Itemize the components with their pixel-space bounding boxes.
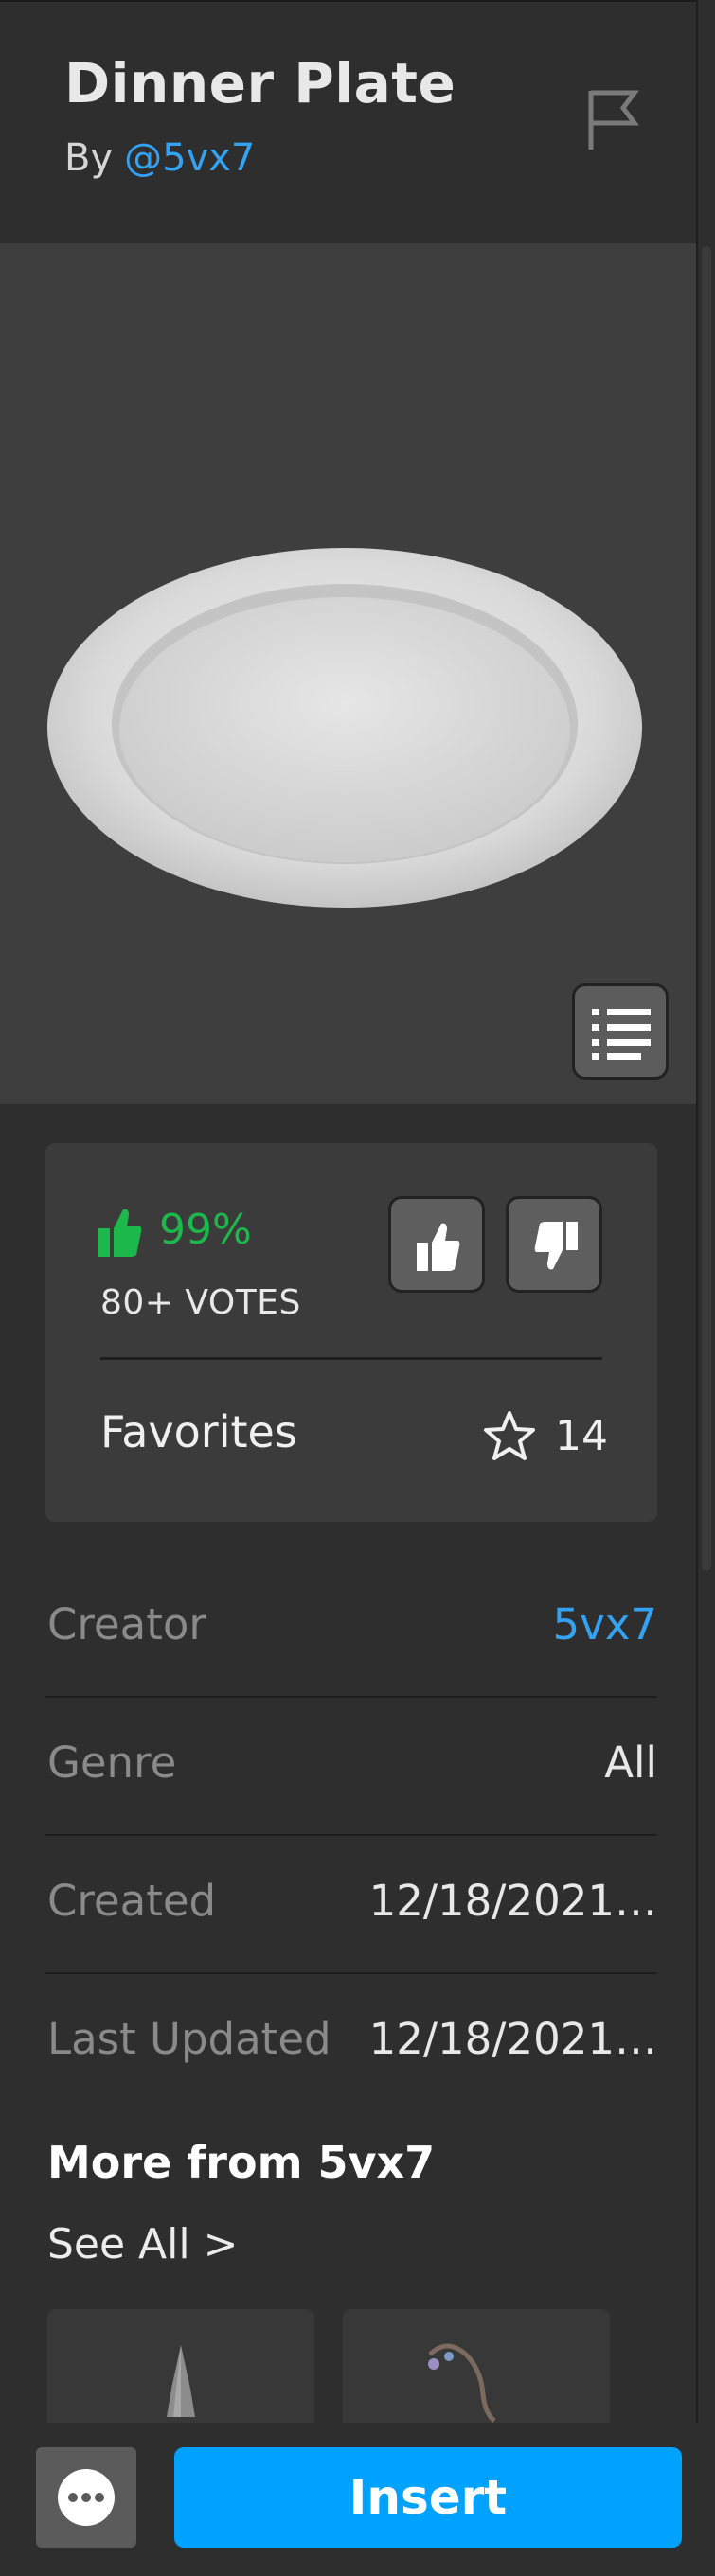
asset-header: Dinner Plate By @5vx7: [0, 2, 696, 243]
bottom-action-bar: Insert: [0, 2423, 715, 2576]
detail-value: 12/18/2021…: [368, 2014, 657, 2064]
ellipsis-icon: [58, 2469, 115, 2526]
detail-value: 12/18/2021…: [368, 1876, 657, 1926]
favorites-label: Favorites: [100, 1406, 297, 1457]
creator-link[interactable]: 5vx7: [552, 1599, 657, 1650]
asset-title: Dinner Plate: [64, 51, 456, 115]
dinner-plate-image: [47, 548, 642, 908]
asset-byline: By @5vx7: [64, 136, 255, 180]
more-from-title: More from 5vx7: [47, 2137, 436, 2188]
report-flag-icon[interactable]: [585, 85, 642, 153]
favorites-count: 14: [555, 1412, 608, 1460]
related-asset-tile[interactable]: [343, 2309, 610, 2442]
byline-prefix: By: [64, 136, 114, 180]
scrollbar[interactable]: [696, 0, 715, 2423]
insert-button[interactable]: Insert: [174, 2447, 682, 2548]
thumbs-up-rating-icon: [98, 1209, 142, 1257]
detail-row-genre: Genre All: [45, 1698, 657, 1836]
detail-row-creator: Creator 5vx7: [45, 1560, 657, 1698]
detail-label: Creator: [47, 1599, 206, 1650]
rating-card: 99% 80+ VOTES Favorites 14: [45, 1143, 657, 1522]
more-options-button[interactable]: [36, 2447, 136, 2548]
related-asset-thumbnail: [167, 2345, 195, 2417]
detail-row-created: Created 12/18/2021…: [45, 1836, 657, 1974]
list-icon: [592, 1009, 651, 1060]
thumbs-up-button[interactable]: [388, 1196, 485, 1293]
detail-value: All: [604, 1738, 657, 1788]
creator-handle-link[interactable]: @5vx7: [124, 136, 255, 180]
vote-count: 80+ VOTES: [100, 1283, 301, 1322]
details-list-button[interactable]: [572, 983, 669, 1080]
favorite-star-icon[interactable]: [483, 1410, 536, 1461]
detail-row-last-updated: Last Updated 12/18/2021…: [45, 1974, 657, 2112]
rating-divider: [100, 1357, 602, 1360]
thumbs-down-button[interactable]: [506, 1196, 602, 1293]
see-all-link[interactable]: See All >: [47, 2220, 238, 2268]
detail-label: Created: [47, 1876, 217, 1926]
asset-preview[interactable]: [0, 243, 696, 1104]
thumbs-down-icon: [534, 1222, 578, 1270]
scrollbar-thumb[interactable]: [702, 246, 711, 1571]
related-asset-tile[interactable]: [47, 2309, 314, 2442]
related-asset-thumbnail: [428, 2343, 496, 2423]
detail-label: Last Updated: [47, 2014, 331, 2064]
rating-percent: 99%: [159, 1206, 252, 1254]
thumbs-up-icon: [417, 1223, 460, 1271]
detail-label: Genre: [47, 1738, 177, 1788]
